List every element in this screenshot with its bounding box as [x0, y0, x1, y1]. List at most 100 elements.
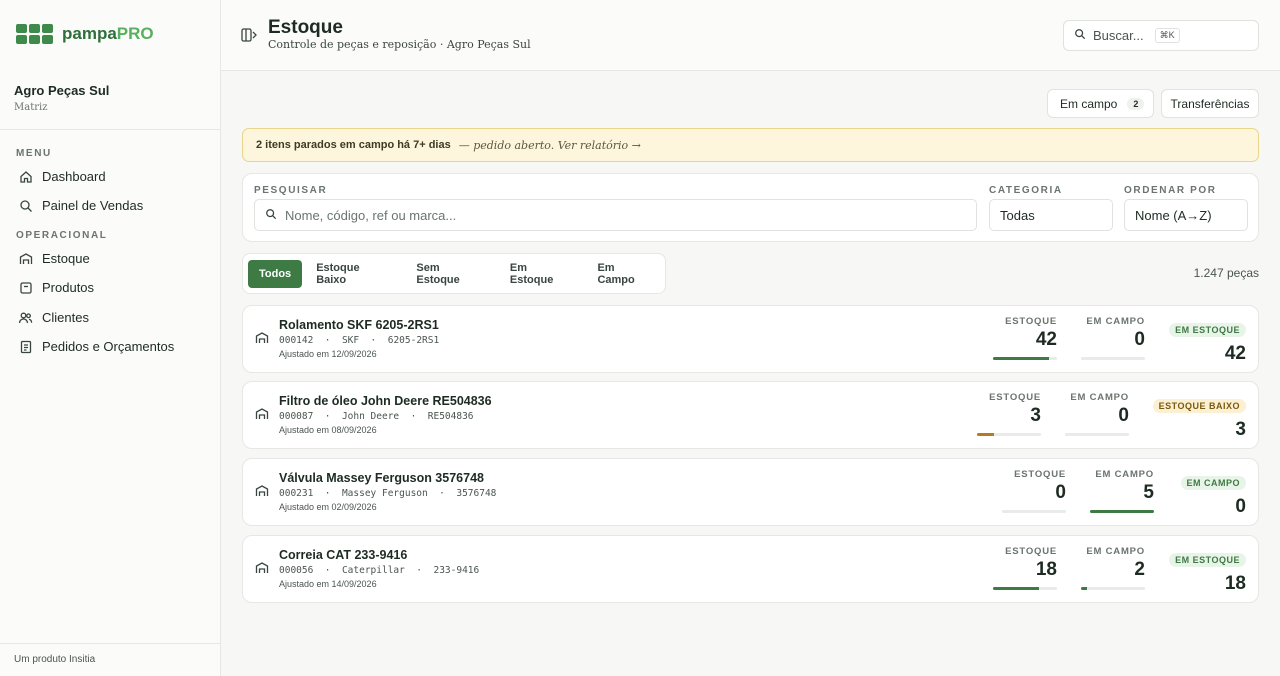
table-row[interactable]: Correia CAT 233-9416 000056 · Caterpilla…	[242, 535, 1259, 603]
field-metric-value: 2	[1134, 559, 1145, 580]
status-badge: Em campo	[1180, 476, 1246, 490]
org-subtitle: Matriz	[14, 102, 48, 113]
product-name[interactable]: Válvula Massey Ferguson 3576748	[279, 471, 484, 485]
sidebar-item-produtos[interactable]: Produtos	[18, 280, 94, 295]
sort-select-value: Nome (A→Z)	[1135, 207, 1212, 223]
category-label: Categoria	[989, 185, 1063, 196]
sidebar-toggle-icon[interactable]	[241, 27, 258, 48]
tab-todos[interactable]: Todos	[248, 259, 303, 288]
stock-metric-label: Estoque	[1014, 469, 1066, 480]
status-badge: Em estoque	[1169, 553, 1246, 567]
sidebar-item-label: Clientes	[42, 310, 89, 325]
field-level-bar	[1081, 587, 1145, 590]
field-metric-label: Em campo	[1086, 316, 1145, 327]
field-level-fill	[1081, 587, 1088, 590]
product-name[interactable]: Correia CAT 233-9416	[279, 548, 407, 562]
global-search[interactable]: Buscar... ⌘K	[1063, 20, 1259, 51]
em-campo-count-badge: 2	[1127, 97, 1145, 110]
product-codes: 000056 · Caterpillar · 233-9416	[279, 565, 480, 576]
product-code: 000142	[279, 335, 314, 346]
field-metric-value: 5	[1143, 482, 1154, 503]
stock-status: Em campo 0	[1180, 473, 1246, 518]
field-level-bar	[1081, 357, 1145, 360]
product-search-input[interactable]: Nome, código, ref ou marca...	[254, 199, 977, 231]
product-search-placeholder: Nome, código, ref ou marca...	[285, 207, 457, 223]
org-switcher[interactable]: Agro Peças Sul Matriz	[14, 83, 109, 113]
product-name[interactable]: Filtro de óleo John Deere RE504836	[279, 394, 492, 408]
sidebar: pampaPRO Agro Peças Sul Matriz Menu Dash…	[0, 0, 221, 676]
tab-estoque-baixo[interactable]: Estoque Baixo	[305, 254, 402, 294]
table-row[interactable]: Filtro de óleo John Deere RE504836 00008…	[242, 381, 1259, 449]
stock-metric-value: 3	[1030, 405, 1041, 426]
table-row[interactable]: Rolamento SKF 6205-2RS1 000142 · SKF · 6…	[242, 305, 1259, 373]
product-codes: 000231 · Massey Ferguson · 3576748	[279, 488, 497, 499]
sort-select[interactable]: Nome (A→Z)	[1124, 199, 1248, 231]
em-campo-button[interactable]: Em campo 2	[1047, 89, 1154, 118]
transferencias-button[interactable]: Transferências	[1161, 89, 1259, 118]
product-adjusted-date: Ajustado em 08/09/2026	[279, 425, 377, 435]
em-campo-button-label: Em campo	[1060, 96, 1118, 111]
warehouse-icon	[255, 407, 269, 426]
category-select[interactable]: Todas	[989, 199, 1113, 231]
product-codes: 000142 · SKF · 6205-2RS1	[279, 335, 440, 346]
brand-name: pampaPRO	[62, 24, 154, 43]
sidebar-section-operacional: Operacional	[16, 230, 108, 241]
field-metric: Em campo 5	[1090, 459, 1154, 525]
brand-logo[interactable]: pampaPRO	[16, 24, 154, 44]
alert-text: 2 itens parados em campo há 7+ dias	[256, 139, 451, 151]
stock-level-bar	[977, 433, 1041, 436]
stock-metric-value: 18	[1035, 559, 1057, 580]
field-metric: Em campo 0	[1081, 306, 1145, 372]
status-badge: Estoque baixo	[1152, 399, 1246, 413]
sidebar-item-painel-vendas[interactable]: Painel de Vendas	[18, 198, 143, 213]
product-ref: 3576748	[456, 488, 497, 499]
stock-metric-value: 42	[1035, 329, 1057, 350]
stock-metric-label: Estoque	[1005, 316, 1057, 327]
field-level-bar	[1065, 433, 1129, 436]
sidebar-item-pedidos[interactable]: Pedidos e Orçamentos	[18, 339, 174, 354]
warehouse-icon	[255, 561, 269, 580]
sidebar-item-label: Dashboard	[42, 169, 106, 184]
table-row[interactable]: Válvula Massey Ferguson 3576748 000231 ·…	[242, 458, 1259, 526]
stock-level-fill	[993, 587, 1040, 590]
warehouse-icon	[255, 331, 269, 350]
sidebar-item-estoque[interactable]: Estoque	[18, 251, 90, 266]
product-brand: John Deere	[341, 411, 400, 422]
status-value: 3	[1235, 419, 1246, 440]
stock-status: Em estoque 18	[1169, 550, 1246, 595]
box-icon	[18, 280, 33, 295]
product-adjusted-date: Ajustado em 02/09/2026	[279, 502, 377, 512]
field-level-fill	[1090, 510, 1154, 513]
product-ref: 6205-2RS1	[387, 335, 440, 346]
stock-metric-label: Estoque	[989, 392, 1041, 403]
product-name[interactable]: Rolamento SKF 6205-2RS1	[279, 318, 439, 332]
tab-em-campo[interactable]: Em Campo	[586, 254, 665, 294]
stock-level-fill	[993, 357, 1050, 360]
total-count: 1.247 peças	[1193, 266, 1259, 280]
sidebar-item-label: Painel de Vendas	[42, 198, 144, 213]
product-brand: SKF	[341, 335, 360, 346]
sidebar-item-clientes[interactable]: Clientes	[18, 310, 89, 325]
tab-em-estoque[interactable]: Em Estoque	[499, 254, 584, 294]
field-metric: Em campo 2	[1081, 536, 1145, 602]
product-brand: Massey Ferguson	[341, 488, 428, 499]
sidebar-footer: Um produto Insitia	[14, 654, 96, 665]
stock-status: Estoque baixo 3	[1152, 396, 1246, 441]
stock-metric: Estoque 18	[993, 536, 1057, 602]
stock-metric-label: Estoque	[1005, 546, 1057, 557]
stock-level-fill	[977, 433, 995, 436]
product-codes: 000087 · John Deere · RE504836	[279, 411, 474, 422]
sidebar-item-label: Produtos	[42, 280, 95, 295]
field-metric-value: 0	[1134, 329, 1145, 350]
stock-status: Em estoque 42	[1169, 320, 1246, 365]
status-badge: Em estoque	[1169, 323, 1246, 337]
search-icon	[1074, 27, 1086, 45]
field-metric-value: 0	[1118, 405, 1129, 426]
product-adjusted-date: Ajustado em 14/09/2026	[279, 579, 377, 589]
field-metric-label: Em campo	[1095, 469, 1154, 480]
alert-report-link[interactable]: — pedido aberto. Ver relatório →	[459, 139, 641, 152]
tab-sem-estoque[interactable]: Sem Estoque	[405, 254, 496, 294]
field-metric-label: Em campo	[1086, 546, 1145, 557]
sidebar-item-dashboard[interactable]: Dashboard	[18, 169, 106, 184]
warehouse-icon	[255, 484, 269, 503]
